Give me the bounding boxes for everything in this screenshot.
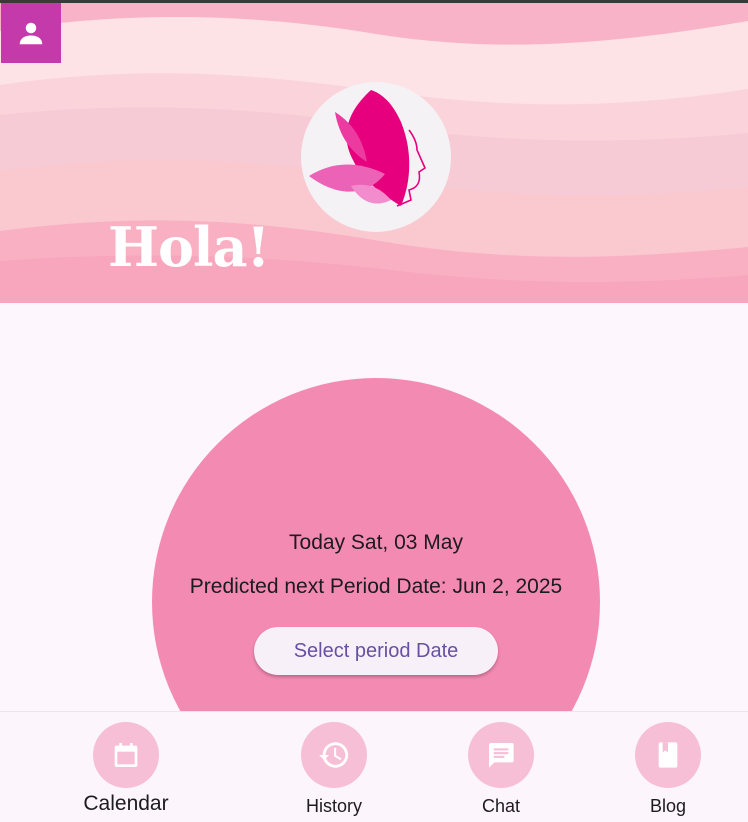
today-date-text: Today Sat, 03 May [289, 531, 463, 554]
profile-button[interactable] [1, 3, 61, 63]
nav-label-history: History [305, 796, 362, 816]
nav-label-blog: Blog [649, 796, 687, 816]
calendar-icon [93, 722, 159, 788]
person-icon [19, 22, 43, 45]
nav-item-blog[interactable]: Blog [598, 712, 738, 822]
main-content: Today Sat, 03 May Predicted next Period … [0, 303, 748, 711]
nav-item-history[interactable]: History [264, 712, 404, 822]
book-icon [635, 722, 701, 788]
butterfly-woman-logo [301, 82, 451, 232]
select-period-date-button[interactable]: Select period Date [254, 627, 498, 675]
nav-item-chat[interactable]: Chat [431, 712, 571, 822]
bottom-navigation: Calendar History Chat Blog [0, 711, 748, 822]
nav-label-chat: Chat [481, 796, 521, 816]
header-banner: Hola! [0, 3, 748, 303]
nav-label-calendar: Calendar [83, 792, 169, 815]
nav-item-calendar[interactable]: Calendar [56, 712, 196, 822]
predicted-period-text: Predicted next Period Date: Jun 2, 2025 [189, 575, 563, 598]
greeting-title: Hola! [108, 215, 270, 279]
chat-icon [468, 722, 534, 788]
history-icon [301, 722, 367, 788]
